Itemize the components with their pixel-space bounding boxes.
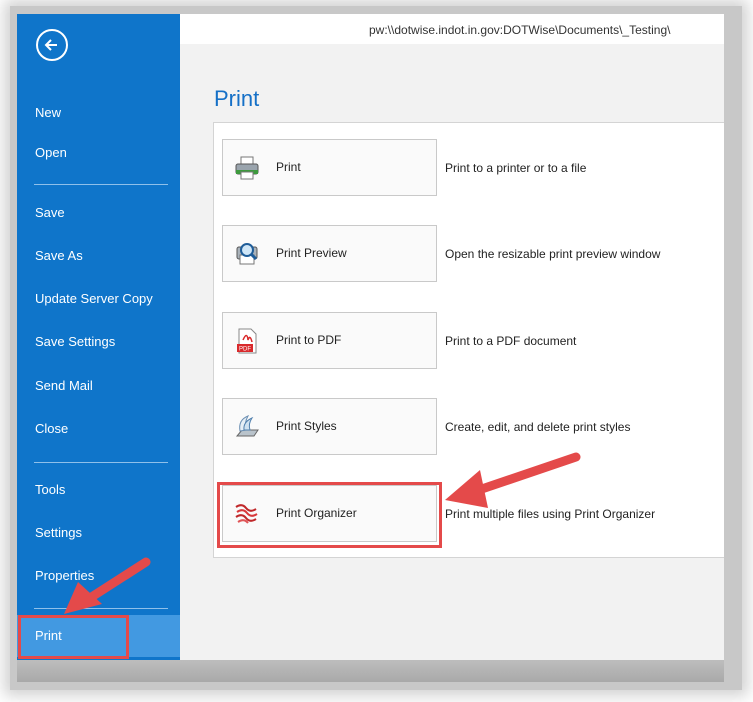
arrow-to-print: [64, 557, 151, 614]
annotation-arrows: [64, 452, 581, 614]
arrow-to-print-organizer: [445, 452, 581, 508]
